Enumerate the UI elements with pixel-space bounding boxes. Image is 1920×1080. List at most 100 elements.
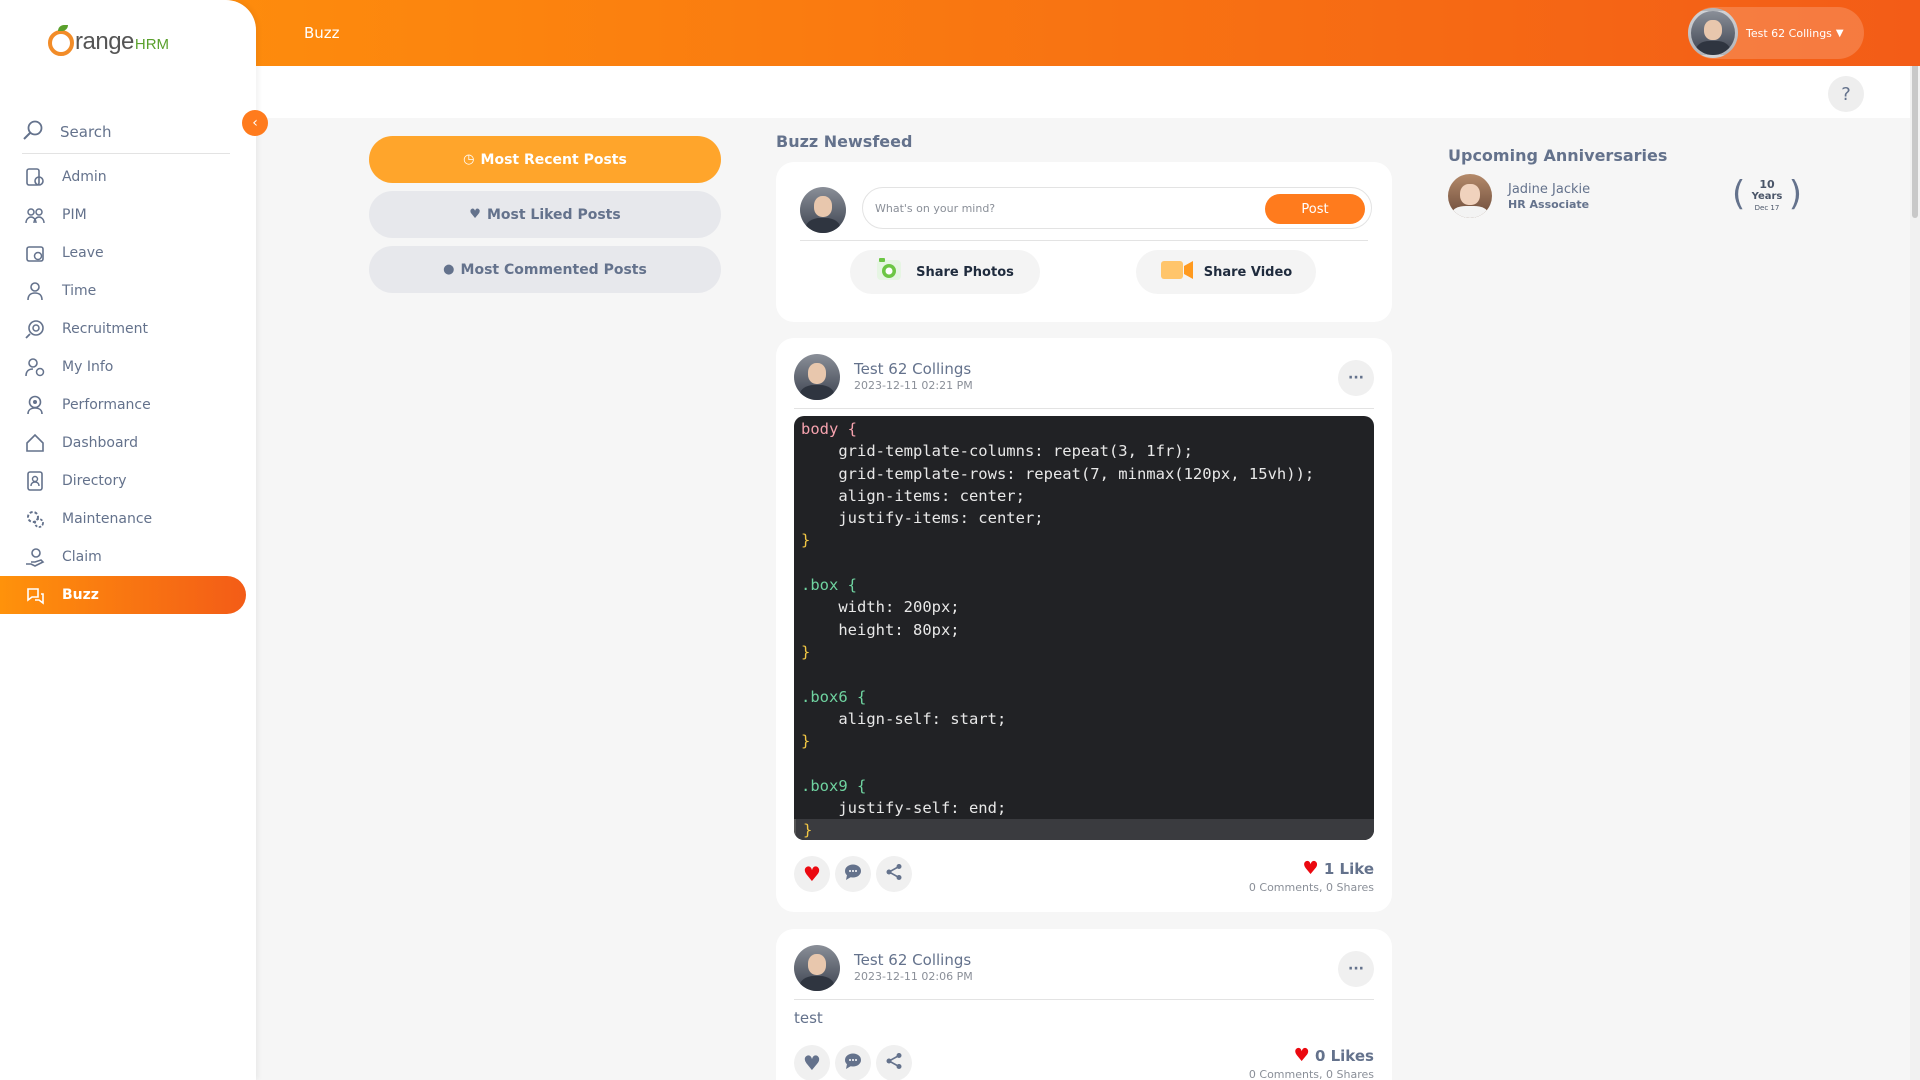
chevron-down-icon: ▼ <box>1835 27 1844 39</box>
sidebar-item-leave[interactable]: Leave <box>0 234 246 272</box>
heart-icon: ♥ <box>1293 1045 1310 1066</box>
sidebar-item-label: Leave <box>62 245 104 261</box>
like-button[interactable]: ♥ <box>794 856 830 892</box>
post-button[interactable]: Post <box>1265 194 1365 224</box>
laurel-left-icon: ( <box>1732 174 1746 214</box>
filter-label: Most Liked Posts <box>486 206 621 223</box>
post-author[interactable]: Test 62 Collings <box>854 360 971 378</box>
anniversaries-title: Upcoming Anniversaries <box>1448 146 1668 165</box>
filter-label: Most Commented Posts <box>460 261 647 278</box>
shares-count[interactable]: 0 Shares <box>1326 1068 1374 1080</box>
share-photos-label: Share Photos <box>916 264 1014 280</box>
code-text: .box { <box>801 576 857 595</box>
sidebar-item-maintenance[interactable]: Maintenance <box>0 500 246 538</box>
sidebar-item-dashboard[interactable]: Dashboard <box>0 424 246 462</box>
post-card: Test 62 Collings 2023-12-11 02:06 PM ···… <box>776 929 1392 1080</box>
more-horizontal-icon: ··· <box>1348 370 1364 386</box>
video-camera-icon <box>1160 259 1194 285</box>
page-scrollbar[interactable] <box>1910 0 1920 1080</box>
post-timestamp: 2023-12-11 02:06 PM <box>854 970 973 983</box>
comment-icon <box>844 1052 862 1074</box>
feed-title: Buzz Newsfeed <box>776 132 913 151</box>
comments-count[interactable]: 0 Comments <box>1249 881 1319 894</box>
claim-icon <box>24 546 46 568</box>
sub-bar <box>256 66 1920 118</box>
sidebar-item-buzz[interactable]: Buzz <box>0 576 246 614</box>
code-text: grid-template-rows: repeat(7, minmax(120… <box>801 464 1315 483</box>
sidebar-collapse-button[interactable]: ‹ <box>242 110 268 136</box>
comment-button[interactable] <box>835 1045 871 1080</box>
code-line: } <box>801 730 1367 752</box>
sidebar-item-label: Admin <box>62 169 107 185</box>
code-line: height: 80px; <box>801 619 1367 641</box>
sidebar-item-label: Directory <box>62 473 127 489</box>
user-dropdown[interactable]: Test 62 Collings ▼ <box>1688 7 1864 59</box>
chevron-left-icon: ‹ <box>252 115 258 131</box>
comment-button[interactable] <box>835 856 871 892</box>
shares-count[interactable]: 0 Shares <box>1326 881 1374 894</box>
share-photos-button[interactable]: Share Photos <box>850 250 1040 294</box>
sidebar-item-pim[interactable]: PIM <box>0 196 246 234</box>
orangehrm-logo[interactable]: range HRM <box>48 25 170 56</box>
time-icon <box>24 280 46 302</box>
page-title: Buzz <box>304 24 340 42</box>
share-video-button[interactable]: Share Video <box>1136 250 1316 294</box>
code-line: align-items: center; <box>801 485 1367 507</box>
filter-most-commented-button[interactable]: ● Most Commented Posts <box>369 246 721 293</box>
code-line: } <box>794 819 1374 840</box>
maintenance-icon <box>24 508 46 530</box>
likes-count[interactable]: 1 Like <box>1324 860 1374 878</box>
post-author-avatar[interactable] <box>794 945 840 991</box>
post-stats: ♥ 1 Like 0 Comments, 0 Shares <box>1248 858 1374 894</box>
logo-hrm: HRM <box>134 36 170 53</box>
sidebar-item-label: PIM <box>62 207 87 223</box>
anniversary-name: Jadine Jackie <box>1508 182 1591 197</box>
share-button[interactable] <box>876 1045 912 1080</box>
post-code-image[interactable]: body { grid-template-columns: repeat(3, … <box>794 416 1374 840</box>
comment-icon: ● <box>443 262 455 277</box>
anniversary-badge: ( ) 10 Years Dec 17 <box>1732 172 1802 220</box>
filter-most-recent-button[interactable]: ◷ Most Recent Posts <box>369 136 721 183</box>
heart-icon: ♥ <box>803 1051 821 1075</box>
sidebar-search[interactable]: Search <box>22 110 230 154</box>
share-button[interactable] <box>876 856 912 892</box>
search-input[interactable]: Search <box>60 123 112 141</box>
main-menu: Admin PIM Leave Time Recruitment My Info… <box>0 158 256 614</box>
dashboard-icon <box>24 432 46 454</box>
sidebar-item-recruitment[interactable]: Recruitment <box>0 310 246 348</box>
post-author-avatar[interactable] <box>794 354 840 400</box>
anniversary-role: HR Associate <box>1508 198 1590 211</box>
share-icon <box>885 1052 903 1074</box>
pim-icon <box>24 204 46 226</box>
help-button[interactable]: ? <box>1828 76 1864 112</box>
heart-icon: ♥ <box>469 207 481 222</box>
divider <box>800 240 1368 241</box>
post-input-placeholder: What's on your mind? <box>875 201 996 215</box>
like-button[interactable]: ♥ <box>794 1045 830 1080</box>
code-text: } <box>801 642 811 661</box>
filter-most-liked-button[interactable]: ♥ Most Liked Posts <box>369 191 721 238</box>
code-line: .box { <box>801 574 1367 596</box>
post-options-button[interactable]: ··· <box>1338 360 1374 396</box>
code-line: } <box>801 529 1367 551</box>
leave-icon <box>24 242 46 264</box>
post-author[interactable]: Test 62 Collings <box>854 951 971 969</box>
sidebar-item-directory[interactable]: Directory <box>0 462 246 500</box>
code-line: } <box>801 641 1367 663</box>
sidebar-item-performance[interactable]: Performance <box>0 386 246 424</box>
likes-count[interactable]: 0 Likes <box>1315 1047 1374 1065</box>
post-input[interactable]: What's on your mind? Post <box>862 187 1372 229</box>
sidebar-item-claim[interactable]: Claim <box>0 538 246 576</box>
directory-icon <box>24 470 46 492</box>
comments-count[interactable]: 0 Comments <box>1249 1068 1319 1080</box>
code-line: body { <box>801 418 1367 440</box>
sidebar-item-time[interactable]: Time <box>0 272 246 310</box>
sidebar-item-admin[interactable]: Admin <box>0 158 246 196</box>
sidebar-item-my-info[interactable]: My Info <box>0 348 246 386</box>
anniversary-years: 10 <box>1759 178 1775 191</box>
post-filters: ◷ Most Recent Posts ♥ Most Liked Posts ● Mo… <box>369 136 721 301</box>
anniversary-avatar <box>1448 174 1492 218</box>
post-options-button[interactable]: ··· <box>1338 951 1374 987</box>
sidebar-item-label: Claim <box>62 549 102 565</box>
code-text: align-self: start; <box>801 709 1007 728</box>
